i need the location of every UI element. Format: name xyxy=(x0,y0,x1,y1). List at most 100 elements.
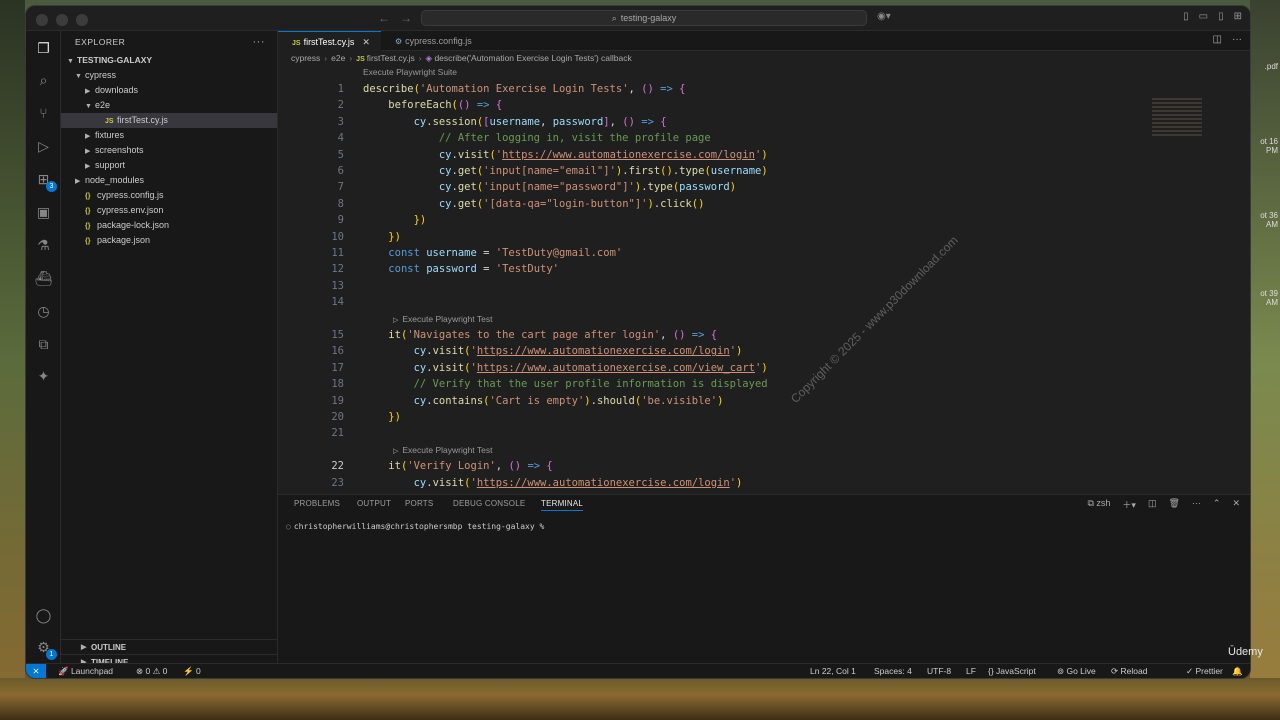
tree-item[interactable]: JS firstTest.cy.js xyxy=(61,113,277,128)
notifications-bell-icon[interactable]: 🔔 xyxy=(1232,664,1243,678)
source-control-icon[interactable]: ⑂ xyxy=(34,104,53,123)
timeline-icon[interactable]: ◷ xyxy=(34,302,53,321)
code-line[interactable]: 3 cy.session([username, password], () =>… xyxy=(278,114,1178,130)
code-line[interactable]: 5 cy.visit('https://www.automationexerci… xyxy=(278,147,1178,163)
code-line[interactable]: 10 }) xyxy=(278,229,1178,245)
panel-tab-debug-console[interactable]: DEBUG CONSOLE xyxy=(453,499,525,508)
extension-panel-icon[interactable]: ✦ xyxy=(34,367,53,386)
tree-item[interactable]: ▶ node_modules xyxy=(61,173,277,188)
copilot-icon[interactable]: ◉▾ xyxy=(877,11,891,22)
close-window-button[interactable] xyxy=(36,14,48,26)
panel-tab-problems[interactable]: PROBLEMS xyxy=(294,499,340,508)
command-center-search[interactable]: ⌕ testing-galaxy xyxy=(421,10,867,26)
code-line[interactable]: 12 const password = 'TestDuty' xyxy=(278,261,1178,277)
tree-item[interactable]: ▶ fixtures xyxy=(61,128,277,143)
extensions-icon[interactable]: ⊞ 3 xyxy=(34,170,57,192)
launchpad-item[interactable]: 🚀 Launchpad xyxy=(58,664,113,678)
end-of-line[interactable]: LF xyxy=(966,664,976,678)
forward-arrow-icon[interactable]: → xyxy=(400,11,412,25)
tab-cypress-config[interactable]: ⚙ cypress.config.js xyxy=(381,31,491,51)
new-terminal-icon[interactable]: ＋▾ xyxy=(1122,498,1136,511)
breadcrumb-item[interactable]: describe('Automation Exercise Login Test… xyxy=(434,53,631,63)
desktop-file-label[interactable]: .pdf xyxy=(1252,62,1278,71)
code-line[interactable]: 7 cy.get('input[name="password"]').type(… xyxy=(278,179,1178,195)
code-editor[interactable]: Execute Playwright Suite Copyright © 202… xyxy=(278,66,1250,494)
maximize-window-button[interactable] xyxy=(76,14,88,26)
code-line[interactable]: 4 // After logging in, visit the profile… xyxy=(278,130,1178,146)
code-line[interactable]: 18 // Verify that the user profile infor… xyxy=(278,376,1178,392)
code-line[interactable]: 17 cy.visit('https://www.automationexerc… xyxy=(278,360,1178,376)
close-panel-icon[interactable]: ✕ xyxy=(1232,498,1240,511)
language-mode[interactable]: {} JavaScript xyxy=(988,664,1036,678)
code-line[interactable]: 13 xyxy=(278,278,1178,294)
remote-indicator-icon[interactable]: ⨯ xyxy=(26,664,46,678)
code-line[interactable]: 11 const username = 'TestDuty@gmail.com' xyxy=(278,245,1178,261)
breadcrumb-item[interactable]: e2e xyxy=(331,53,345,63)
split-terminal-icon[interactable]: ◫ xyxy=(1148,498,1157,511)
trash-icon[interactable]: 🗑 xyxy=(1168,498,1179,511)
reload-button[interactable]: ⟳ Reload xyxy=(1111,664,1147,678)
search-icon[interactable]: ⌕ xyxy=(34,71,53,90)
indentation[interactable]: Spaces: 4 xyxy=(874,664,912,678)
run-debug-icon[interactable]: ▷ xyxy=(34,137,53,156)
desktop-file-label[interactable]: ot 39 AM xyxy=(1252,289,1278,307)
code-line[interactable]: 15 it('Navigates to the cart page after … xyxy=(278,327,1178,343)
codelens-execute-test[interactable]: ▷ Execute Playwright Test xyxy=(393,313,492,325)
outline-section[interactable]: ▶ OUTLINE xyxy=(61,639,278,654)
customize-layout-icon[interactable]: ⊞ xyxy=(1234,11,1242,22)
problems-item[interactable]: ⊗ 0 ⚠ 0 xyxy=(136,664,167,678)
more-actions-icon[interactable]: ··· xyxy=(1232,34,1242,45)
tree-item[interactable]: {} cypress.config.js xyxy=(61,188,277,203)
breadcrumb-item[interactable]: cypress xyxy=(291,53,320,63)
codelens-execute-suite[interactable]: Execute Playwright Suite xyxy=(363,66,457,78)
explorer-icon[interactable]: ❐ xyxy=(34,39,53,58)
more-actions-icon[interactable]: ··· xyxy=(253,31,266,53)
code-line[interactable]: 19 cy.contains('Cart is empty').should('… xyxy=(278,393,1178,409)
tree-item[interactable]: {} package.json xyxy=(61,233,277,248)
terminal-shell-label[interactable]: ⧉ zsh xyxy=(1087,498,1110,511)
code-line[interactable]: 6 cy.get('input[name="email"]').first().… xyxy=(278,163,1178,179)
terminal-prompt[interactable]: ○ christopherwilliams@christophersmbp tes… xyxy=(286,522,544,531)
panel-tab-output[interactable]: OUTPUT xyxy=(357,499,391,508)
minimize-window-button[interactable] xyxy=(56,14,68,26)
codelens-execute-test[interactable]: ▷ Execute Playwright Test xyxy=(393,444,492,456)
tree-item[interactable]: ▶ screenshots xyxy=(61,143,277,158)
desktop-file-label[interactable]: ot 16 PM xyxy=(1252,137,1278,155)
workspace-root[interactable]: ▼ TESTING-GALAXY xyxy=(61,53,277,68)
tree-item[interactable]: {} cypress.env.json xyxy=(61,203,277,218)
toggle-secondary-sidebar-icon[interactable]: ▯ xyxy=(1218,11,1224,22)
ports-item[interactable]: ⚡ 0 xyxy=(183,664,201,678)
tree-item[interactable]: {} package-lock.json xyxy=(61,218,277,233)
code-line[interactable]: 9 }) xyxy=(278,212,1178,228)
go-live-button[interactable]: ⊚ Go Live xyxy=(1057,664,1096,678)
tree-item[interactable]: ▶ downloads xyxy=(61,83,277,98)
cursor-position[interactable]: Ln 22, Col 1 xyxy=(810,664,856,678)
testing-icon[interactable]: ⚗ xyxy=(34,236,53,255)
tree-item[interactable]: ▶ support xyxy=(61,158,277,173)
tree-item[interactable]: ▼ cypress xyxy=(61,68,277,83)
more-actions-icon[interactable]: ··· xyxy=(1192,498,1201,511)
back-arrow-icon[interactable]: ← xyxy=(378,11,390,25)
split-editor-icon[interactable]: ◫ xyxy=(1213,34,1222,45)
code-line[interactable]: 14 xyxy=(278,294,1178,310)
encoding[interactable]: UTF-8 xyxy=(927,664,951,678)
tree-item[interactable]: ▼ e2e xyxy=(61,98,277,113)
code-line[interactable]: 16 cy.visit('https://www.automationexerc… xyxy=(278,343,1178,359)
close-icon[interactable]: ✕ xyxy=(362,37,370,47)
panel-tab-terminal[interactable]: TERMINAL xyxy=(541,499,584,511)
breadcrumb-item[interactable]: firstTest.cy.js xyxy=(367,53,415,63)
docker-icon[interactable]: ⛴ xyxy=(34,269,53,288)
toggle-panel-icon[interactable]: ▭ xyxy=(1199,11,1208,22)
code-line[interactable]: 22 it('Verify Login', () => { xyxy=(278,458,1178,474)
panel-tab-ports[interactable]: PORTS xyxy=(405,499,433,508)
settings-gear-icon[interactable]: ⚙ 1 xyxy=(34,638,57,660)
code-line[interactable]: 23 cy.visit('https://www.automationexerc… xyxy=(278,475,1178,491)
accounts-icon[interactable]: ◯ xyxy=(34,606,53,625)
toggle-primary-sidebar-icon[interactable]: ▯ xyxy=(1183,11,1189,22)
code-line[interactable]: 20 }) xyxy=(278,409,1178,425)
maximize-panel-icon[interactable]: ⌃ xyxy=(1213,498,1221,511)
code-line[interactable]: 1 describe('Automation Exercise Login Tes… xyxy=(278,81,1178,97)
prettier-button[interactable]: ✓ Prettier xyxy=(1186,664,1223,678)
remote-explorer-icon[interactable]: ▣ xyxy=(34,203,53,222)
copy-icon[interactable]: ⧉ xyxy=(34,335,53,354)
